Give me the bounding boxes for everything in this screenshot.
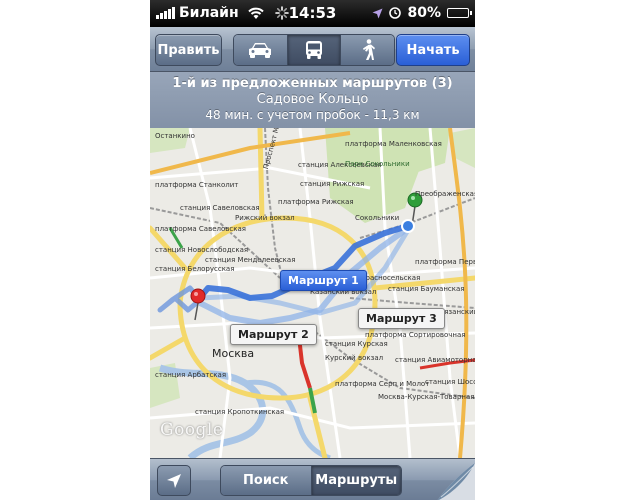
mode-walk-button[interactable] (341, 35, 394, 65)
map-label: станция Савеловская (180, 204, 260, 212)
edit-button[interactable]: Править (155, 34, 222, 66)
map-label: станция Рижская (300, 180, 365, 188)
battery-percent: 80% (407, 5, 441, 21)
mode-bus-button[interactable] (287, 35, 342, 65)
map-label: Парк Сокольники (345, 160, 410, 168)
bottom-toolbar: Поиск Маршруты (150, 458, 475, 500)
walk-icon (362, 39, 375, 60)
map-view[interactable]: Останкино платформа Маленковская станция… (150, 128, 475, 458)
status-bar: Билайн 14:53 80% (150, 0, 475, 27)
transport-mode-selector (233, 34, 395, 66)
map-label: станция Менделеевская (205, 256, 296, 264)
location-arrow-icon (167, 473, 181, 488)
google-logo: Google (160, 420, 224, 440)
map-label: станция Новослободская (155, 246, 249, 254)
map-label: платформа Станколит (155, 181, 239, 189)
map-label: Москва-Курская-Товарная (378, 393, 475, 401)
page-curl-icon[interactable] (435, 459, 475, 500)
routes-tab[interactable]: Маршруты (311, 466, 401, 495)
map-label: платформа Рижская (278, 198, 354, 206)
iphone-screen: Билайн 14:53 80% Править Начать 1-й из п… (150, 0, 475, 500)
map-label: платформа Савеловская (155, 225, 246, 233)
map-label: платформа Сортировочная (365, 331, 466, 339)
navigation-bar: Править Начать (150, 27, 475, 72)
map-label: платформа Первомайская (415, 258, 475, 266)
battery-icon (447, 8, 472, 18)
route-info-header: 1-й из предложенных маршрутов (3) Садово… (150, 72, 475, 128)
route-eta: 48 мин. с учетом пробок - 11,3 км (205, 108, 420, 122)
map-label: Рижский вокзал (235, 214, 295, 222)
route-1-callout[interactable]: Маршрут 1 (280, 270, 367, 291)
map-label: станция Бауманская (388, 285, 465, 293)
map-label: платформа Серп и Молот (335, 380, 430, 388)
route-2-callout[interactable]: Маршрут 2 (230, 324, 317, 345)
map-label: станция Белорусская (155, 265, 235, 273)
start-button[interactable]: Начать (396, 34, 470, 66)
map-label: станция Кропоткинская (195, 408, 285, 416)
location-arrow-icon (372, 8, 383, 18)
map-label: станция Курская (325, 340, 388, 348)
search-tab[interactable]: Поиск (221, 466, 312, 495)
status-right: 80% (372, 5, 472, 21)
map-label: станция Авиамоторная (395, 356, 475, 364)
mode-car-button[interactable] (234, 35, 288, 65)
bus-icon (306, 41, 322, 59)
map-label: станция Шоссе Энтузиастов (425, 378, 475, 386)
route-road: Садовое Кольцо (256, 92, 369, 107)
map-label: Сокольники (355, 214, 400, 222)
map-label: Курский вокзал (325, 354, 384, 362)
car-icon (249, 43, 272, 58)
map-label: Рязанский (440, 308, 475, 316)
locate-me-button[interactable] (157, 465, 191, 496)
current-location-icon (401, 219, 415, 233)
alarm-clock-icon (389, 7, 402, 19)
route-title: 1-й из предложенных маршрутов (3) (172, 76, 453, 91)
map-label-city: Москва (212, 347, 255, 360)
map-label: платформа Маленковская (345, 140, 442, 148)
map-label: Останкино (155, 132, 195, 140)
map-label: Преображенская (415, 190, 475, 198)
search-routes-selector: Поиск Маршруты (220, 465, 402, 496)
route-3-callout[interactable]: Маршрут 3 (358, 308, 445, 329)
map-label: станция Арбатская (155, 371, 227, 379)
